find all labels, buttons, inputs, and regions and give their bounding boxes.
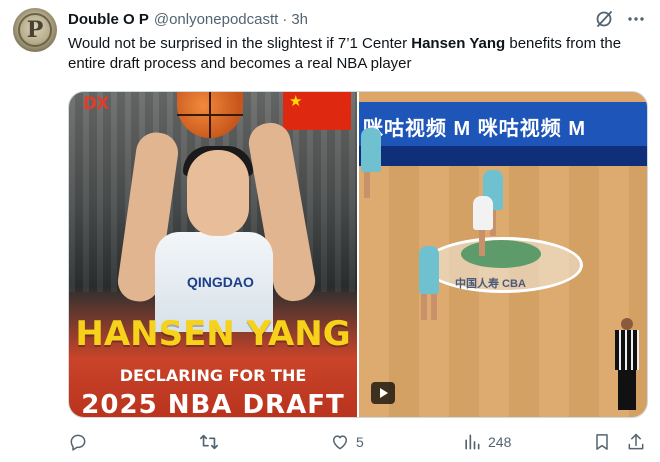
play-icon[interactable] (371, 382, 395, 404)
tweet-text-start: Would not be surprised in the slightest … (68, 35, 412, 52)
reply-icon (70, 434, 86, 451)
player-leg (479, 230, 485, 256)
views-button[interactable]: 248 (462, 430, 511, 454)
retweet-icon (200, 434, 218, 450)
tweet-header: Double O P @onlyonepodcastt · 3h (68, 8, 646, 30)
headline-subline: DECLARING FOR THE (119, 366, 307, 385)
tweet-timestamp[interactable]: 3h (291, 11, 308, 28)
court-logo-text: 中国人寿 CBA (455, 278, 526, 290)
headline-player-name: HANSEN YANG (75, 314, 351, 354)
reply-button[interactable] (68, 430, 94, 454)
tweet-text: Would not be surprised in the slightest … (68, 34, 648, 74)
player-figure (361, 128, 381, 198)
grok-icon[interactable] (594, 9, 614, 29)
player-figure (419, 246, 439, 320)
player-head (187, 150, 249, 236)
retweet-button[interactable] (198, 430, 226, 454)
like-count: 5 (356, 434, 364, 450)
bookmark-button[interactable] (592, 430, 612, 454)
views-count: 248 (488, 434, 512, 450)
jersey-text: QINGDAO (187, 274, 254, 290)
draft-announcement-image[interactable]: DX ★ QINGDAO HANSEN YANG DECLARING FOR T… (69, 92, 357, 417)
separator-dot: · (282, 10, 288, 28)
tweet-media: DX ★ QINGDAO HANSEN YANG DECLARING FOR T… (68, 91, 648, 418)
referee-figure (615, 318, 639, 410)
game-video[interactable]: 咪咕视频 M 咪咕视频 M 中国人寿 CBA (359, 92, 647, 417)
avatar-letter: P (26, 17, 44, 43)
ad-strip (359, 146, 647, 166)
more-icon[interactable] (626, 9, 646, 29)
tweet-actions: 5 248 (68, 430, 648, 454)
views-icon (465, 434, 480, 450)
bookmark-icon (596, 434, 608, 450)
share-button[interactable] (626, 430, 646, 454)
player-figure (473, 196, 493, 256)
share-icon (628, 433, 644, 450)
author-handle[interactable]: @onlyonepodcastt (154, 11, 278, 28)
referee-torso (615, 330, 639, 370)
ad-board-text: 咪咕视频 M 咪咕视频 M (363, 118, 586, 140)
heart-icon (333, 435, 347, 450)
header-actions (594, 8, 646, 30)
author-avatar[interactable]: P (13, 8, 57, 52)
author-name[interactable]: Double O P (68, 11, 149, 28)
like-button[interactable]: 5 (330, 430, 364, 454)
player-leg (364, 172, 370, 198)
tweet-text-bold-name: Hansen Yang (411, 35, 506, 52)
flag-star-icon: ★ (289, 93, 303, 110)
headline-draft-year: 2025 NBA DRAFT (81, 390, 345, 417)
brand-logo: DX (83, 94, 109, 114)
player-leg (431, 294, 437, 320)
referee-head (621, 318, 633, 330)
center-logo-green (461, 240, 541, 268)
china-flag: ★ (283, 92, 351, 130)
player-leg (421, 294, 427, 320)
referee-legs (618, 370, 636, 410)
